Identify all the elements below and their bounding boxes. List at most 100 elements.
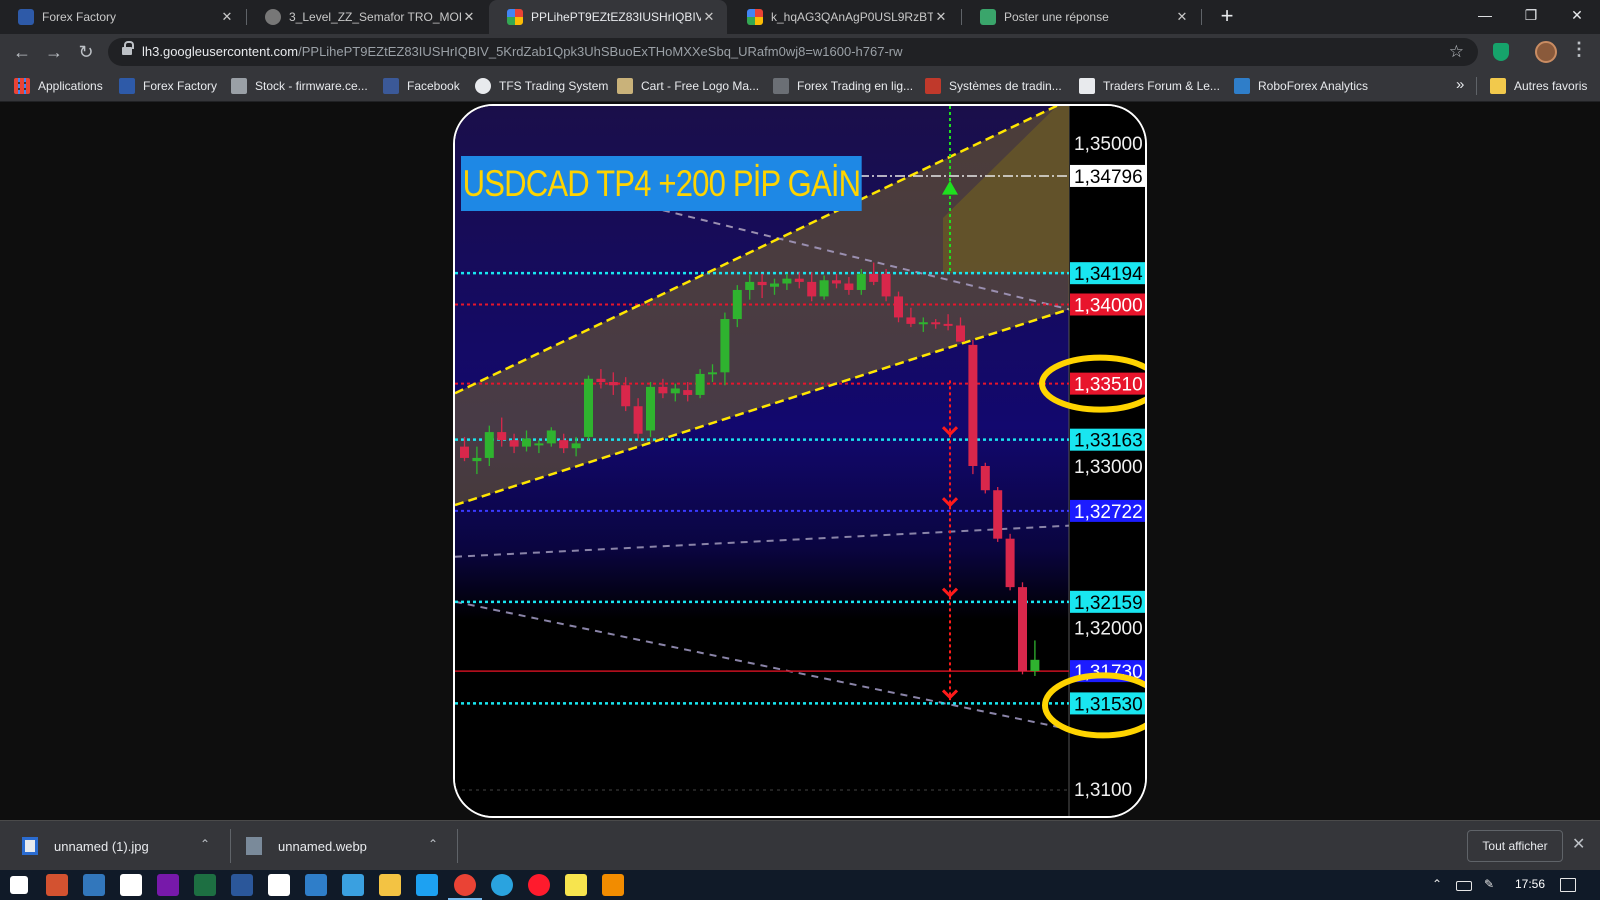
roboforex-app-icon[interactable] (305, 874, 327, 896)
edge-icon[interactable] (83, 874, 105, 896)
store-icon[interactable] (120, 874, 142, 896)
bookmark-systemes-trading[interactable]: Systèmes de tradin... (925, 78, 1062, 94)
bookmark-label: Forex Factory (143, 79, 218, 93)
close-tab-icon[interactable]: ✕ (933, 9, 949, 25)
bookmark-forex-trading[interactable]: Forex Trading en lig... (773, 78, 913, 94)
onenote-icon[interactable] (157, 874, 179, 896)
powerpoint-icon[interactable] (46, 874, 68, 896)
url-text[interactable]: lh3.googleusercontent.com/PPLihePT9EZtEZ… (142, 44, 903, 59)
bookmark-star-icon[interactable]: ☆ (1449, 42, 1464, 62)
chevron-up-icon[interactable]: ⌃ (200, 837, 210, 851)
profile-avatar[interactable] (1535, 41, 1557, 63)
opera-icon[interactable] (528, 874, 550, 896)
bookmark-applications[interactable]: Applications (14, 78, 103, 94)
close-tab-icon[interactable]: ✕ (219, 9, 235, 25)
candle-body (472, 457, 482, 462)
mail-icon[interactable] (268, 874, 290, 896)
bookmark-facebook[interactable]: Facebook (383, 78, 460, 94)
remote-desktop-icon[interactable] (342, 874, 364, 896)
candle-body (819, 280, 829, 297)
chart-image: 1,35000 1,34796 1,34194 1,34000 1,33510 1,331… (453, 104, 1147, 818)
excel-icon[interactable] (194, 874, 216, 896)
download-divider (230, 829, 231, 863)
show-all-downloads-button[interactable]: Tout afficher (1467, 830, 1563, 862)
candle-body (794, 278, 804, 282)
restore-button[interactable]: ❐ (1508, 0, 1554, 30)
candle-body (596, 378, 606, 383)
url-host: lh3.googleusercontent.com (142, 44, 299, 59)
close-tab-icon[interactable]: ✕ (701, 9, 717, 25)
forex-factory-icon (18, 9, 34, 25)
price-label: 1,32722 (1074, 502, 1143, 523)
google-photos-icon (747, 9, 763, 25)
close-window-button[interactable]: ✕ (1554, 0, 1600, 30)
extension-shield-icon[interactable] (1493, 43, 1509, 61)
tab-image-active[interactable]: PPLihePT9EZtEZ83IUSHrIQBIV_5K ✕ (489, 0, 727, 34)
new-tab-button[interactable]: + (1214, 4, 1240, 30)
battery-icon[interactable] (1456, 881, 1472, 891)
tfs-icon (475, 78, 491, 94)
bookmark-free-logo[interactable]: Cart - Free Logo Ma... (617, 78, 759, 94)
candle-body (720, 319, 730, 373)
bookmark-label: Facebook (407, 79, 460, 93)
bookmark-label: Forex Trading en lig... (797, 79, 914, 93)
close-tab-icon[interactable]: ✕ (1174, 9, 1190, 25)
minimize-button[interactable]: — (1462, 0, 1508, 30)
start-windows-icon[interactable] (10, 876, 28, 894)
candle-body (956, 325, 965, 342)
roboforex-icon (1234, 78, 1250, 94)
bookmark-label: Traders Forum & Le... (1103, 79, 1220, 93)
tab-image-2[interactable]: k_hqAG3QAnAgP0USL9RzBTAnx ✕ (729, 0, 959, 34)
google-photos-icon (507, 9, 523, 25)
price-label: 1,33510 (1074, 375, 1143, 396)
candle-body (1030, 659, 1040, 672)
candle-body (881, 273, 891, 297)
bookmark-stock-firmware[interactable]: Stock - firmware.ce... (231, 78, 368, 94)
bookmark-traders-forum[interactable]: Traders Forum & Le... (1079, 78, 1220, 94)
chevron-up-icon[interactable]: ⌃ (428, 837, 438, 851)
chrome-icon[interactable] (448, 874, 482, 900)
candle-body (670, 388, 680, 394)
download-filename: unnamed (1).jpg (54, 838, 149, 854)
forward-button[interactable]: → (42, 40, 66, 64)
tray-chevron-up-icon[interactable]: ⌃ (1432, 877, 1442, 891)
download-filename: unnamed.webp (278, 838, 367, 854)
download-item-jpg[interactable]: unnamed (1).jpg ⌃ (22, 821, 212, 871)
pen-icon[interactable]: ✎ (1484, 877, 1494, 891)
address-bar[interactable]: lh3.googleusercontent.com/PPLihePT9EZtEZ… (108, 38, 1478, 66)
bookmarks-overflow-button[interactable]: » (1456, 76, 1464, 93)
forex-trading-icon (773, 78, 789, 94)
word-icon[interactable] (231, 874, 253, 896)
reload-button[interactable]: ↻ (74, 40, 98, 64)
tab-semafor[interactable]: 3_Level_ZZ_Semafor TRO_MODIF ✕ (247, 0, 487, 34)
clock-time[interactable]: 17:56 (1515, 877, 1545, 891)
download-item-webp[interactable]: unnamed.webp ⌃ (246, 821, 446, 871)
twitter-icon[interactable] (416, 874, 438, 896)
price-label: 1,3100 (1074, 780, 1132, 801)
notifications-icon[interactable] (1560, 878, 1576, 892)
bookmark-roboforex[interactable]: RoboForex Analytics (1234, 78, 1368, 94)
file-explorer-icon[interactable] (379, 874, 401, 896)
sticky-notes-icon[interactable] (565, 874, 587, 896)
candle-body (906, 317, 916, 324)
vlc-icon[interactable] (602, 874, 624, 896)
bookmark-other-favorites[interactable]: Autres favoris (1490, 78, 1587, 94)
candle-body (571, 443, 581, 449)
forex-factory-icon (119, 78, 135, 94)
globe-icon (265, 9, 281, 25)
bookmark-forex-factory[interactable]: Forex Factory (119, 78, 217, 94)
back-button[interactable]: ← (10, 40, 34, 64)
chart-title: USDCAD TP4 +200 PİP GAİN (461, 156, 862, 211)
candle-body (1005, 538, 1015, 588)
close-download-bar-icon[interactable]: ✕ (1572, 834, 1585, 854)
close-tab-icon[interactable]: ✕ (461, 9, 477, 25)
tab-forex-factory[interactable]: Forex Factory ✕ (0, 0, 245, 34)
tab-poster-reponse[interactable]: Poster une réponse ✕ (962, 0, 1200, 34)
candle-body (807, 281, 817, 297)
candle-body (695, 373, 705, 395)
menu-kebab-icon[interactable]: ⋮ (1570, 39, 1588, 60)
candle-body (633, 406, 643, 434)
telegram-icon[interactable] (491, 874, 513, 896)
folder-icon (1490, 78, 1506, 94)
bookmark-tfs-trading[interactable]: TFS Trading System (475, 78, 608, 94)
